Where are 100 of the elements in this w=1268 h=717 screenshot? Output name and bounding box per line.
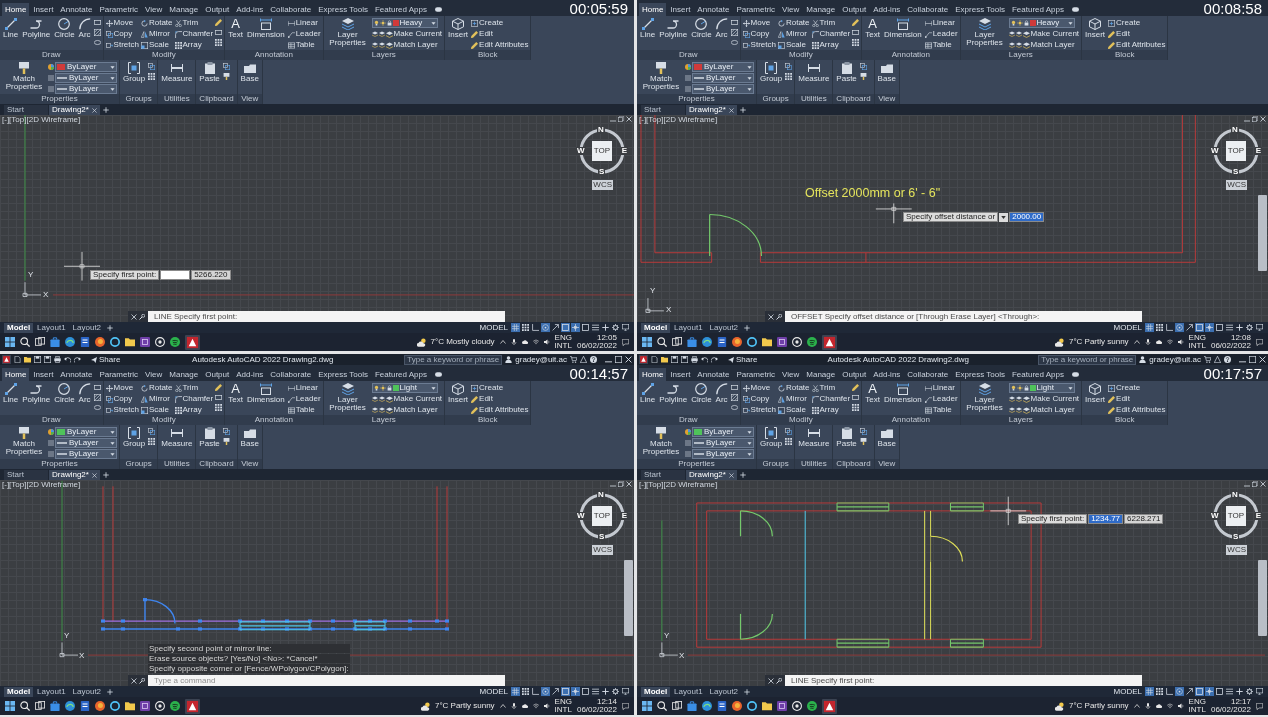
tool-button[interactable]: Mirror xyxy=(140,394,170,404)
tool-button[interactable]: Edit Attributes xyxy=(1108,40,1166,50)
tool-button[interactable]: A Text xyxy=(227,383,244,404)
compass-label[interactable]: S xyxy=(598,168,606,176)
speaker-icon[interactable] xyxy=(543,339,550,345)
plus-icon[interactable] xyxy=(739,472,746,478)
redo-arrow-icon[interactable] xyxy=(711,356,718,363)
close-icon[interactable] xyxy=(1260,481,1266,487)
layer-dropdown[interactable]: Heavy xyxy=(1008,18,1075,28)
paintbrush-icon[interactable] xyxy=(222,73,230,80)
wrench-icon[interactable] xyxy=(776,677,782,684)
compass-label[interactable]: N xyxy=(1231,491,1239,499)
tool-button[interactable]: Make Current xyxy=(385,394,443,404)
ribbon-tab[interactable]: Parametric xyxy=(733,368,779,381)
ribbon-tab[interactable]: View xyxy=(142,368,166,381)
tool-button[interactable]: Edit xyxy=(1108,29,1130,39)
chevron-up-icon[interactable] xyxy=(1133,703,1140,709)
panel-label[interactable]: Block xyxy=(1082,50,1168,60)
crosshair-icon[interactable] xyxy=(571,687,580,696)
panel-label[interactable]: Groups xyxy=(120,94,158,104)
plus-icon[interactable] xyxy=(102,472,109,478)
language-label[interactable]: ENG xyxy=(554,334,572,342)
tool-button[interactable]: Insert xyxy=(447,18,470,39)
tool-button[interactable]: Make Current xyxy=(1022,29,1080,39)
layout-tab[interactable]: Model xyxy=(641,686,671,697)
compass-label[interactable]: S xyxy=(1232,168,1240,176)
ring-icon[interactable] xyxy=(747,701,757,711)
tool-button[interactable]: Insert xyxy=(1084,383,1107,404)
globe-icon[interactable] xyxy=(732,337,742,347)
pill-icon[interactable] xyxy=(433,6,443,13)
tool-button[interactable]: Paste xyxy=(835,427,858,448)
panel-label[interactable]: Utilities xyxy=(795,459,833,469)
tool-button[interactable]: Table xyxy=(924,405,952,415)
close-icon[interactable] xyxy=(768,677,774,684)
search-icon[interactable] xyxy=(20,701,30,711)
command-line-input[interactable]: LINE Specify first point: xyxy=(785,675,1142,686)
clock-time[interactable]: 12:05 xyxy=(596,334,617,342)
shopping-bag-icon[interactable] xyxy=(50,337,60,347)
panel-label[interactable]: Draw xyxy=(0,415,103,425)
tool-button[interactable]: Array xyxy=(174,40,202,50)
keyboard-layout-label[interactable]: INTL xyxy=(1188,706,1206,714)
square-icon[interactable] xyxy=(1215,323,1224,332)
wave-circle-icon[interactable] xyxy=(65,337,75,347)
tool-button[interactable]: Chamfer xyxy=(811,29,851,39)
plus-icon[interactable] xyxy=(107,324,114,331)
tool-button[interactable]: Trim xyxy=(174,18,199,28)
tool-button[interactable]: A Text xyxy=(864,18,881,39)
layer-sheet-icon[interactable] xyxy=(378,31,385,37)
square-icon[interactable] xyxy=(1215,687,1224,696)
close-icon[interactable] xyxy=(1259,356,1266,363)
tool-button[interactable]: Leader xyxy=(924,394,958,404)
gear-icon[interactable] xyxy=(1245,323,1254,332)
panel-label[interactable]: Properties xyxy=(0,459,119,469)
panel-label[interactable]: Clipboard xyxy=(833,94,874,104)
aperture-icon[interactable] xyxy=(792,701,802,711)
input-field[interactable]: 2000.00 xyxy=(1009,212,1045,222)
lines-icon[interactable] xyxy=(1225,687,1234,696)
tool-button[interactable]: Leader xyxy=(287,394,321,404)
tool-button[interactable]: Measure xyxy=(160,62,194,83)
cart-icon[interactable] xyxy=(570,356,577,363)
tool-button[interactable]: Arc xyxy=(77,383,92,404)
tool-button[interactable]: Mirror xyxy=(777,29,807,39)
plus-icon[interactable] xyxy=(744,688,751,695)
viewcube-face[interactable]: TOP xyxy=(592,506,612,526)
ribbon-tab[interactable]: Collaborate xyxy=(267,3,315,16)
tool-button[interactable]: Chamfer xyxy=(811,394,851,404)
cloud-icon[interactable] xyxy=(1155,339,1162,345)
corner-angle-icon[interactable] xyxy=(1165,687,1174,696)
sound-waves-icon[interactable] xyxy=(807,337,817,347)
ucs-menu-button[interactable]: WCS xyxy=(1226,545,1247,555)
tool-button[interactable]: Match Properties xyxy=(639,62,683,91)
compass-label[interactable]: E xyxy=(1254,512,1262,520)
compass-label[interactable]: W xyxy=(1210,147,1220,155)
tool-button[interactable]: Table xyxy=(924,40,952,50)
tool-button[interactable]: Table xyxy=(287,40,315,50)
tool-button[interactable]: Group xyxy=(122,427,147,448)
triangle-tile-icon[interactable] xyxy=(639,355,648,364)
property-dropdown[interactable]: ByLayer xyxy=(55,73,117,83)
ribbon-tab[interactable]: Featured Apps xyxy=(371,3,430,16)
square-icon[interactable] xyxy=(581,323,590,332)
dot-grid-icon[interactable] xyxy=(148,73,156,80)
tool-button[interactable]: Arc xyxy=(714,383,729,404)
file-icon[interactable] xyxy=(651,356,658,363)
search-field[interactable]: Type a keyword or phrase xyxy=(1038,354,1137,365)
cloud-sun-icon[interactable] xyxy=(1054,701,1064,711)
tool-button[interactable]: Copy xyxy=(742,394,770,404)
tool-button[interactable]: Group xyxy=(122,62,147,83)
layout-tab[interactable]: Layout1 xyxy=(671,686,706,697)
ribbon-tab[interactable]: Express Tools xyxy=(952,368,1008,381)
color-wheel-icon[interactable] xyxy=(685,429,691,435)
restore-icon[interactable] xyxy=(1252,116,1258,122)
panel-label[interactable]: Properties xyxy=(637,459,756,469)
viewport-controls[interactable]: [-][Top][2D Wireframe] xyxy=(2,116,81,124)
panel-label[interactable]: View xyxy=(237,94,262,104)
property-dropdown[interactable]: ByLayer xyxy=(692,427,754,437)
panel-label[interactable]: Draw xyxy=(637,415,740,425)
person-icon[interactable] xyxy=(1139,356,1147,363)
layer-dropdown[interactable]: Light xyxy=(1008,383,1075,393)
dot-grid-icon[interactable] xyxy=(1155,687,1164,696)
layer-sheet-icon[interactable] xyxy=(1008,396,1015,402)
